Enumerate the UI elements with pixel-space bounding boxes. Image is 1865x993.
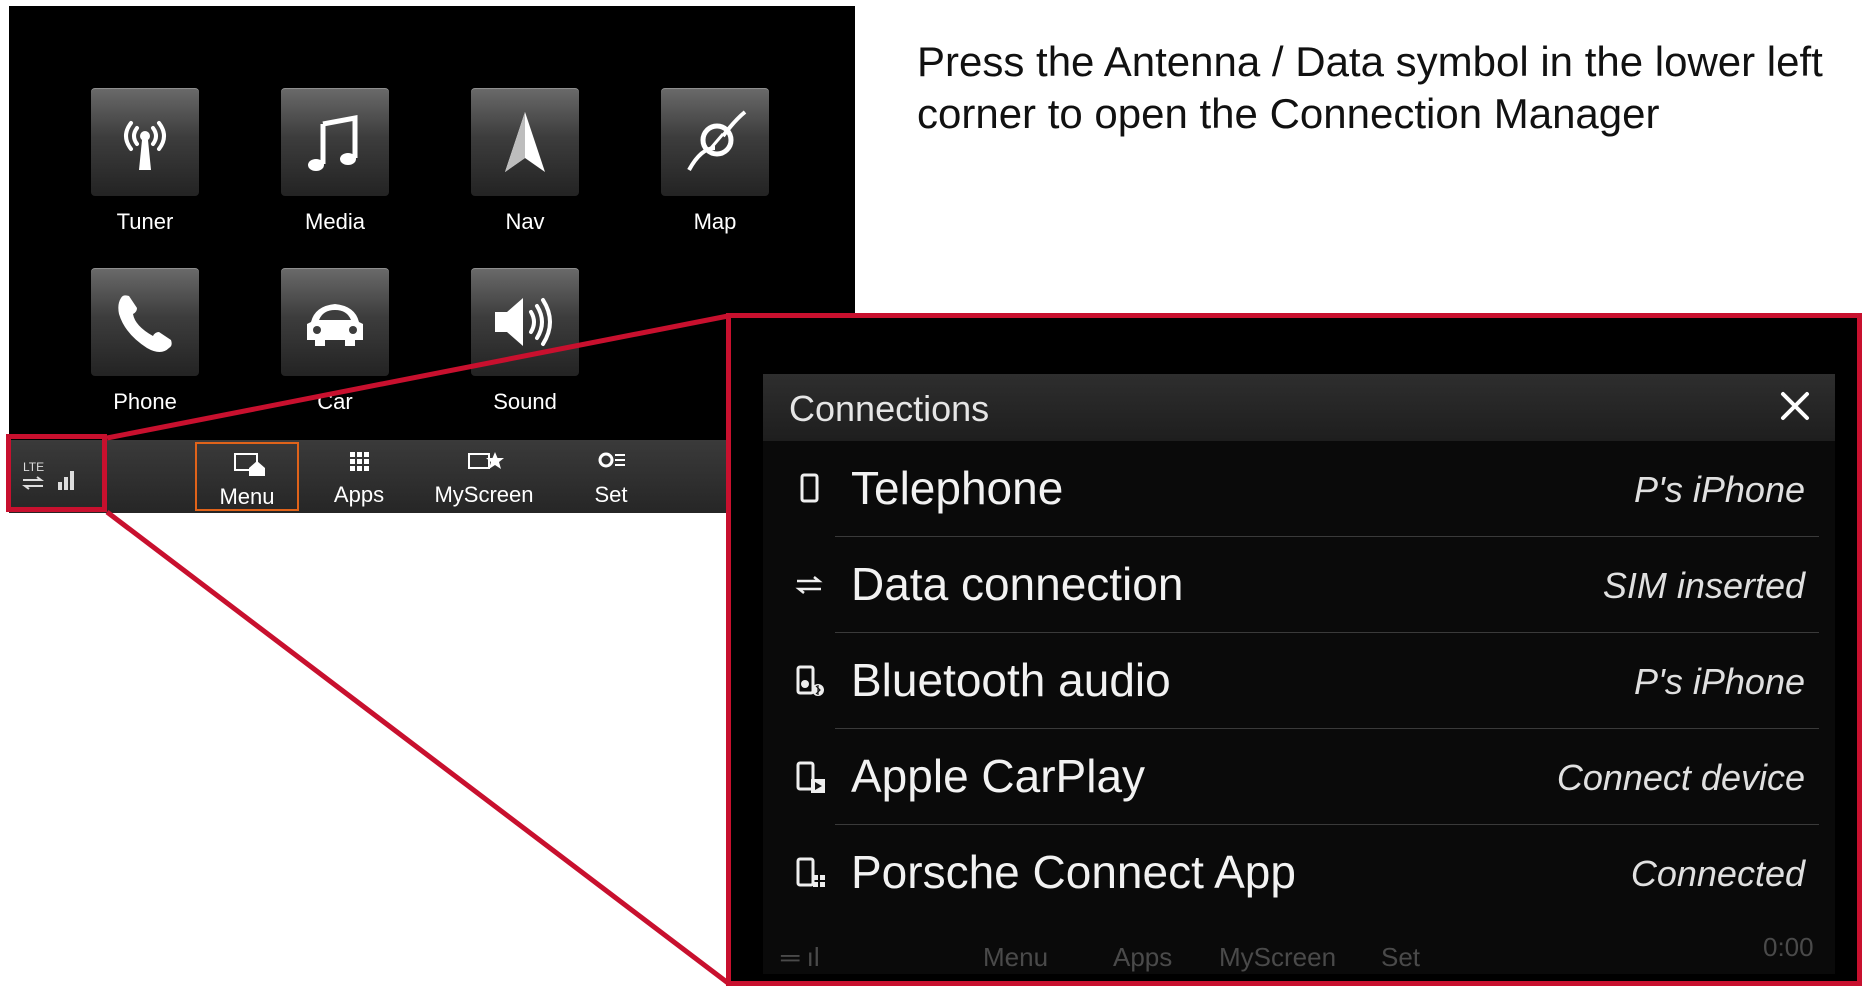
tile-label-tuner: Tuner [116,209,174,234]
connection-row-telephone[interactable]: Telephone P's iPhone [763,441,1835,537]
connection-row-porsche-connect[interactable]: Porsche Connect App Connected [763,825,1835,921]
connection-value: P's iPhone [1634,469,1805,510]
bluetooth-audio-icon [796,665,824,696]
tile-media[interactable] [281,88,389,196]
connection-row-bluetooth[interactable]: Bluetooth audio P's iPhone [763,633,1835,729]
tile-nav[interactable] [471,88,579,196]
tile-label-nav: Nav [505,209,545,234]
panel-title: Connections [789,388,990,429]
home-menu-icon [234,453,265,476]
myscreen-button[interactable]: MyScreen [423,442,545,511]
ghost-bottom-bar: ═ ıl Menu Apps MyScreen Set 0:00 [763,928,1835,978]
tile-sound[interactable] [471,268,579,376]
ghost-apps: Apps [1113,942,1173,972]
myscreen-label: MyScreen [434,482,534,507]
data-icon [795,576,823,594]
navigation-arrow-icon [505,112,545,172]
apps-grid-icon [350,452,369,471]
connection-value: Connected [1630,853,1805,894]
antenna-icon [124,121,166,170]
tile-label-media: Media [305,209,365,234]
ghost-status-icon: ═ ıl [781,942,820,972]
connection-value: Connect device [1556,757,1805,798]
connection-label: Telephone [851,462,1064,514]
set-label: Set [594,482,628,507]
tile-label-car: Car [317,389,353,414]
tile-map[interactable] [661,88,769,196]
connection-label: Data connection [851,558,1184,610]
ghost-clock: 0:00 [1763,932,1814,962]
ghost-set: Set [1381,942,1421,972]
instruction-text: Press the Antenna / Data symbol in the l… [917,38,1823,137]
car-icon [307,304,363,346]
ghost-menu: Menu [983,942,1049,972]
music-note-icon [308,114,358,171]
settings-icon [598,452,625,468]
tile-label-sound: Sound [493,389,557,414]
connection-row-data[interactable]: Data connection SIM inserted [763,537,1835,633]
myscreen-star-icon [468,452,504,469]
menu-button[interactable]: Menu [195,442,299,511]
connection-value: P's iPhone [1634,661,1805,702]
phone-handset-icon [118,295,172,352]
tile-tuner[interactable] [91,88,199,196]
connection-label: Porsche Connect App [851,846,1296,898]
zoom-callout: Connections Telephone P's iPhone Data co… [726,313,1862,986]
close-icon[interactable] [1773,384,1817,428]
carplay-icon [796,761,825,793]
menu-label: Menu [219,484,275,509]
status-highlight-box [6,434,107,512]
ghost-myscreen: MyScreen [1219,942,1337,972]
tile-label-phone: Phone [113,389,177,414]
connection-label: Bluetooth audio [851,654,1171,706]
apps-label: Apps [333,482,385,507]
tile-phone[interactable] [91,268,199,376]
apps-button[interactable]: Apps [307,442,411,511]
phone-icon [800,473,819,503]
panel-header: Connections [763,374,1835,441]
map-pin-icon [687,110,747,171]
set-button[interactable]: Set [559,442,663,511]
connection-value: SIM inserted [1602,565,1805,606]
tile-car[interactable] [281,268,389,376]
connection-label: Apple CarPlay [851,750,1146,802]
speaker-icon [495,298,552,346]
connections-panel: Connections Telephone P's iPhone Data co… [763,374,1835,974]
connection-row-carplay[interactable]: Apple CarPlay Connect device [763,729,1835,825]
connect-app-icon [796,857,825,887]
tile-label-map: Map [693,209,737,234]
